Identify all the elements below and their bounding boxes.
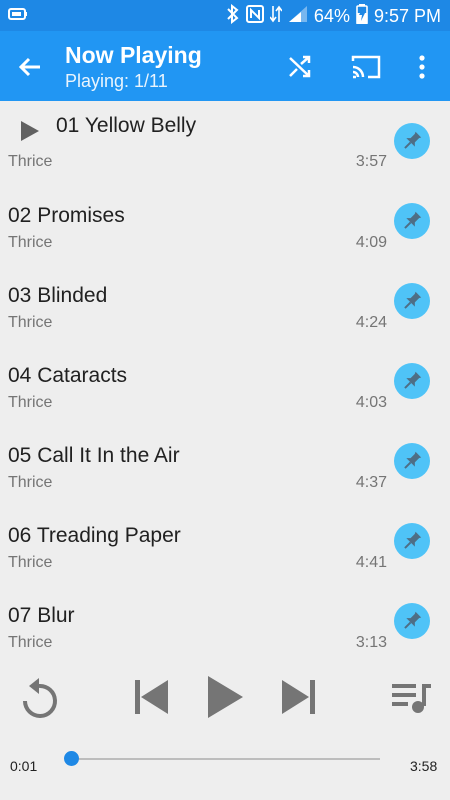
pin-button[interactable] [394,203,430,239]
player-controls: 0:01 3:58 [0,656,450,800]
pin-icon [404,371,422,389]
pin-button[interactable] [394,523,430,559]
overflow-menu-button[interactable] [412,52,432,82]
track-row[interactable]: 05 Call It In the Air Thrice 4:37 [0,431,450,511]
repeat-button[interactable] [18,676,60,727]
pin-icon [404,531,422,549]
skip-previous-icon [135,680,168,714]
shuffle-button[interactable] [285,52,315,82]
seek-bar[interactable] [64,751,380,766]
page-title: Now Playing [65,42,202,68]
track-row[interactable]: 02 Promises Thrice 4:09 [0,191,450,271]
pin-icon [404,451,422,469]
track-duration: 4:24 [355,314,387,331]
total-time: 3:58 [410,758,438,774]
signal-icon [288,5,308,28]
track-duration: 4:03 [355,394,387,411]
toolbar: Now Playing Playing: 1/11 [0,31,450,101]
seek-thumb[interactable] [64,751,80,766]
replay-icon [23,678,57,718]
play-icon [208,676,243,718]
nfc-icon [245,4,264,28]
track-title: 05 Call It In the Air [8,444,180,467]
queue-music-icon [392,684,431,713]
track-artist: Thrice [8,153,53,170]
track-row[interactable]: 03 Blinded Thrice 4:24 [0,271,450,351]
track-artist: Thrice [8,474,53,491]
battery-percent: 64% [313,5,350,26]
more-vert-icon [419,55,425,79]
pin-button[interactable] [394,363,430,399]
track-artist: Thrice [8,314,53,331]
track-artist: Thrice [8,234,53,251]
track-row[interactable]: 04 Cataracts Thrice 4:03 [0,351,450,431]
next-button[interactable] [280,678,318,721]
track-duration: 4:37 [355,474,387,491]
track-artist: Thrice [8,634,53,651]
pin-icon [404,291,422,309]
battery-saver-notification-icon [8,7,28,26]
now-playing-icon [20,120,40,147]
track-artist: Thrice [8,554,53,571]
previous-button[interactable] [132,678,170,721]
playlist: 01 Yellow Belly Thrice 3:57 02 Promises … [0,101,450,656]
pin-button[interactable] [394,283,430,319]
track-title: 07 Blur [8,604,75,627]
pin-icon [404,211,422,229]
pin-button[interactable] [394,443,430,479]
skip-next-icon [282,680,315,714]
bluetooth-icon [226,3,240,29]
pin-button[interactable] [394,123,430,159]
track-title: 02 Promises [8,204,125,227]
status-bar: 64% 9:57 PM [0,0,450,31]
track-duration: 4:09 [355,234,387,251]
pin-button[interactable] [394,603,430,639]
track-artist: Thrice [8,394,53,411]
track-duration: 4:41 [355,554,387,571]
elapsed-time: 0:01 [10,758,38,774]
cast-button[interactable] [350,52,382,82]
track-row[interactable]: 06 Treading Paper Thrice 4:41 [0,511,450,591]
track-duration: 3:57 [355,153,387,170]
track-title: 03 Blinded [8,284,108,307]
pin-icon [404,611,422,629]
playing-position: Playing: 1/11 [65,71,168,91]
track-row[interactable]: 07 Blur Thrice 3:13 [0,591,450,656]
pin-icon [404,131,422,149]
data-transfer-icon [269,4,283,29]
queue-button[interactable] [390,680,432,721]
track-title: 04 Cataracts [8,364,128,387]
arrow-back-icon [18,57,40,77]
clock: 9:57 PM [373,5,441,26]
track-row[interactable]: 01 Yellow Belly Thrice 3:57 [0,101,450,181]
track-title: 01 Yellow Belly [56,114,197,137]
battery-charging-icon [356,3,368,29]
cast-icon [351,55,381,79]
play-button[interactable] [205,674,245,725]
track-title: 06 Treading Paper [8,524,181,547]
track-duration: 3:13 [355,634,387,651]
back-button[interactable] [14,51,46,83]
shuffle-icon [289,55,311,78]
